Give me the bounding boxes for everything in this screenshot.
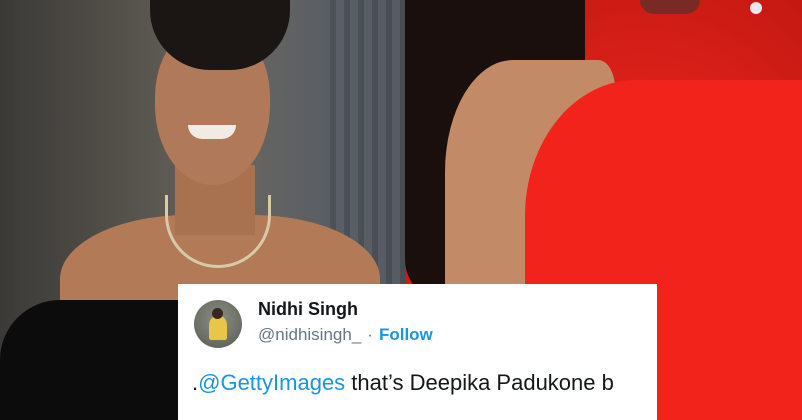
separator-dot: · — [367, 325, 373, 344]
user-handle[interactable]: @nidhisingh_ — [258, 325, 361, 344]
smile — [188, 125, 236, 139]
tweet-text: .@GettyImages that’s Deepika Padukone b — [192, 370, 657, 396]
tweet-card: Nidhi Singh @nidhisingh_ · Follow .@GettyI… — [178, 284, 657, 420]
avatar[interactable] — [194, 300, 242, 348]
tweet-text-body: that’s Deepika Padukone b — [345, 370, 614, 395]
lips — [640, 0, 700, 14]
handle-row: @nidhisingh_ · Follow — [258, 325, 433, 345]
earring — [750, 2, 762, 14]
avatar-figure — [209, 316, 227, 340]
follow-button[interactable]: Follow — [379, 325, 433, 344]
avatar-head — [212, 308, 223, 319]
display-name[interactable]: Nidhi Singh — [258, 299, 358, 320]
mention-link[interactable]: @GettyImages — [198, 370, 345, 395]
